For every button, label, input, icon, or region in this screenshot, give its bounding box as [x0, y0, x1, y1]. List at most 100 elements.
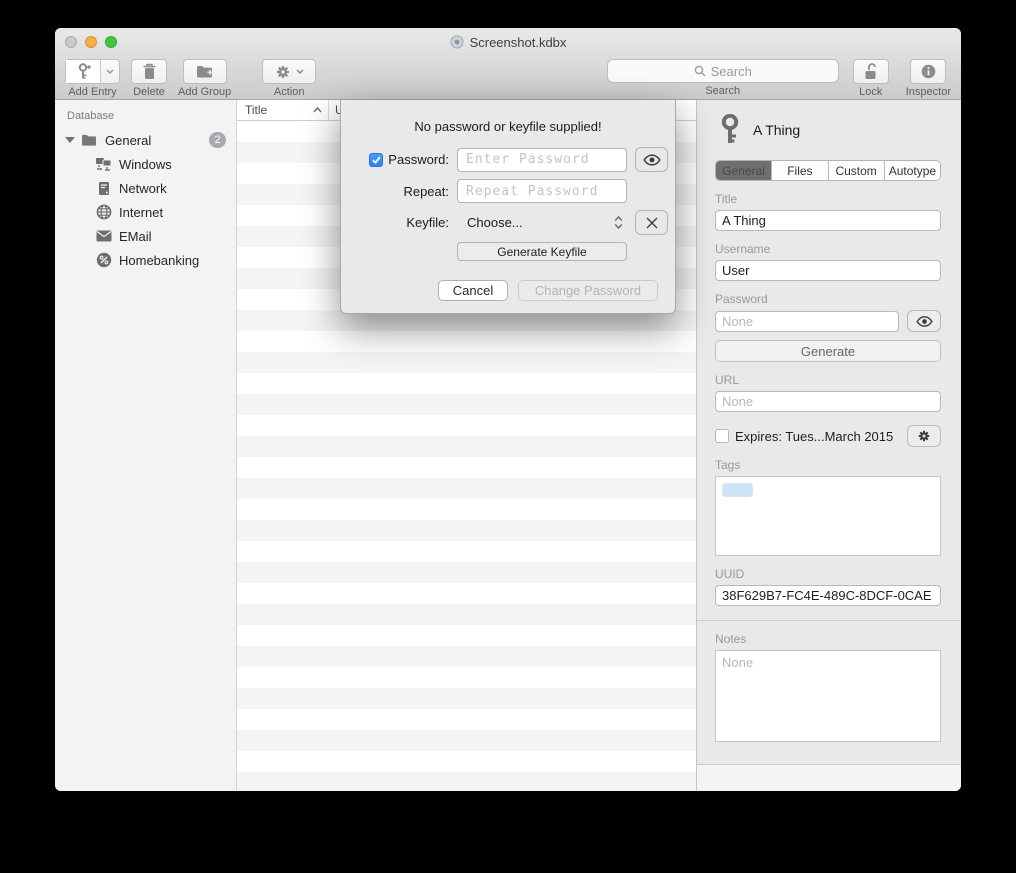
add-group-item: Add Group [178, 59, 231, 99]
envelope-icon [95, 228, 112, 245]
gear-icon [275, 64, 291, 80]
sidebar: Database General 2 Windows Network [55, 100, 237, 791]
action-label: Action [274, 86, 305, 98]
tab-custom[interactable]: Custom [829, 161, 885, 180]
cancel-button[interactable]: Cancel [438, 280, 508, 301]
add-entry-item: Add Entry [65, 59, 120, 99]
change-password-sheet: No password or keyfile supplied! Passwor… [340, 100, 676, 314]
repeat-password-input[interactable] [457, 179, 627, 203]
add-entry-button[interactable] [65, 59, 120, 84]
expires-checkbox[interactable] [715, 429, 729, 443]
notes-field-label: Notes [715, 632, 941, 646]
key-icon [719, 114, 741, 146]
globe-icon [95, 204, 112, 221]
generate-password-button[interactable]: Generate [715, 340, 941, 362]
inspector-label: Inspector [906, 86, 951, 98]
toolbar-right: Search Search Lock Inspector [607, 59, 951, 99]
password-label: Password: [388, 152, 449, 167]
url-field[interactable] [715, 391, 941, 412]
tag-pill[interactable] [722, 483, 753, 497]
sort-ascending-icon [313, 107, 322, 113]
search-label: Search [705, 85, 740, 97]
sheet-warning-message: No password or keyfile supplied! [341, 119, 675, 134]
delete-button[interactable] [131, 59, 167, 84]
inspector-header: A Thing [719, 114, 941, 146]
server-icon [95, 180, 112, 197]
sheet-actions: Cancel Change Password [341, 280, 675, 301]
sidebar-section-header: Database [55, 108, 236, 128]
password-input[interactable] [457, 148, 627, 172]
window-controls [65, 36, 117, 48]
toolbar: Add Entry Delete Add Group [55, 56, 961, 100]
sidebar-item-label: Internet [119, 205, 163, 220]
keyfile-label: Keyfile: [406, 215, 449, 230]
unlock-icon [863, 63, 878, 80]
sidebar-item-windows[interactable]: Windows [55, 152, 236, 176]
repeat-row: Repeat: [341, 179, 675, 203]
inspector-footer [697, 764, 961, 791]
title-field-label: Title [715, 192, 941, 206]
minimize-button[interactable] [85, 36, 97, 48]
lock-item: Lock [853, 59, 889, 99]
show-password-button[interactable] [907, 310, 941, 332]
close-button[interactable] [65, 36, 77, 48]
lock-label: Lock [859, 86, 882, 98]
inspector-button[interactable] [910, 59, 946, 84]
expires-options-button[interactable] [907, 425, 941, 447]
sidebar-item-label: Homebanking [119, 253, 199, 268]
username-field[interactable] [715, 260, 941, 281]
action-button[interactable] [262, 59, 316, 84]
sidebar-item-internet[interactable]: Internet [55, 200, 236, 224]
password-checkbox[interactable] [369, 153, 383, 167]
tags-field[interactable] [715, 476, 941, 556]
sidebar-item-label: Network [119, 181, 167, 196]
title-field[interactable] [715, 210, 941, 231]
clear-keyfile-button[interactable] [635, 210, 668, 235]
expires-label: Expires: Tues...March 2015 [735, 429, 893, 444]
uuid-field[interactable] [715, 585, 941, 606]
app-window: Screenshot.kdbx Add Entry Delete [55, 28, 961, 791]
column-header-title[interactable]: Title [237, 100, 329, 120]
key-plus-icon [66, 60, 100, 83]
delete-item: Delete [131, 59, 167, 99]
tab-files[interactable]: Files [772, 161, 828, 180]
sidebar-item-email[interactable]: EMail [55, 224, 236, 248]
notes-field[interactable] [715, 650, 941, 742]
expires-row: Expires: Tues...March 2015 [715, 425, 941, 447]
tab-autotype[interactable]: Autotype [885, 161, 940, 180]
keyfile-row: Keyfile: Choose... [341, 210, 675, 235]
keyfile-popup[interactable]: Choose... [457, 211, 627, 235]
search-input[interactable]: Search [607, 59, 839, 83]
chevron-down-icon[interactable] [100, 60, 119, 83]
change-password-button[interactable]: Change Password [518, 280, 658, 301]
percent-icon [95, 252, 112, 269]
add-group-button[interactable] [183, 59, 227, 84]
sidebar-item-label: EMail [119, 229, 152, 244]
eye-icon [916, 316, 933, 327]
sidebar-item-network[interactable]: Network [55, 176, 236, 200]
lock-button[interactable] [853, 59, 889, 84]
repeat-label: Repeat: [403, 184, 449, 199]
tab-general[interactable]: General [716, 161, 772, 180]
password-field[interactable] [715, 311, 899, 332]
folder-plus-icon [196, 64, 214, 79]
zoom-button[interactable] [105, 36, 117, 48]
sidebar-item-homebanking[interactable]: Homebanking [55, 248, 236, 272]
tags-field-label: Tags [715, 458, 941, 472]
folder-icon [81, 132, 98, 149]
trash-icon [142, 63, 157, 80]
computers-icon [95, 156, 112, 173]
title-bar: Screenshot.kdbx [55, 28, 961, 56]
generate-keyfile-button[interactable]: Generate Keyfile [457, 242, 627, 261]
disclosure-triangle-icon[interactable] [65, 137, 75, 143]
inspector-tabs: General Files Custom Autotype [715, 160, 941, 181]
sidebar-item-general[interactable]: General 2 [55, 128, 236, 152]
sidebar-item-label: Windows [119, 157, 172, 172]
username-field-label: Username [715, 242, 941, 256]
up-down-chevrons-icon [614, 216, 623, 229]
info-icon [921, 64, 936, 79]
show-password-button[interactable] [635, 147, 668, 172]
document-icon [450, 35, 464, 49]
sidebar-item-label: General [105, 133, 151, 148]
close-x-icon [646, 217, 658, 229]
